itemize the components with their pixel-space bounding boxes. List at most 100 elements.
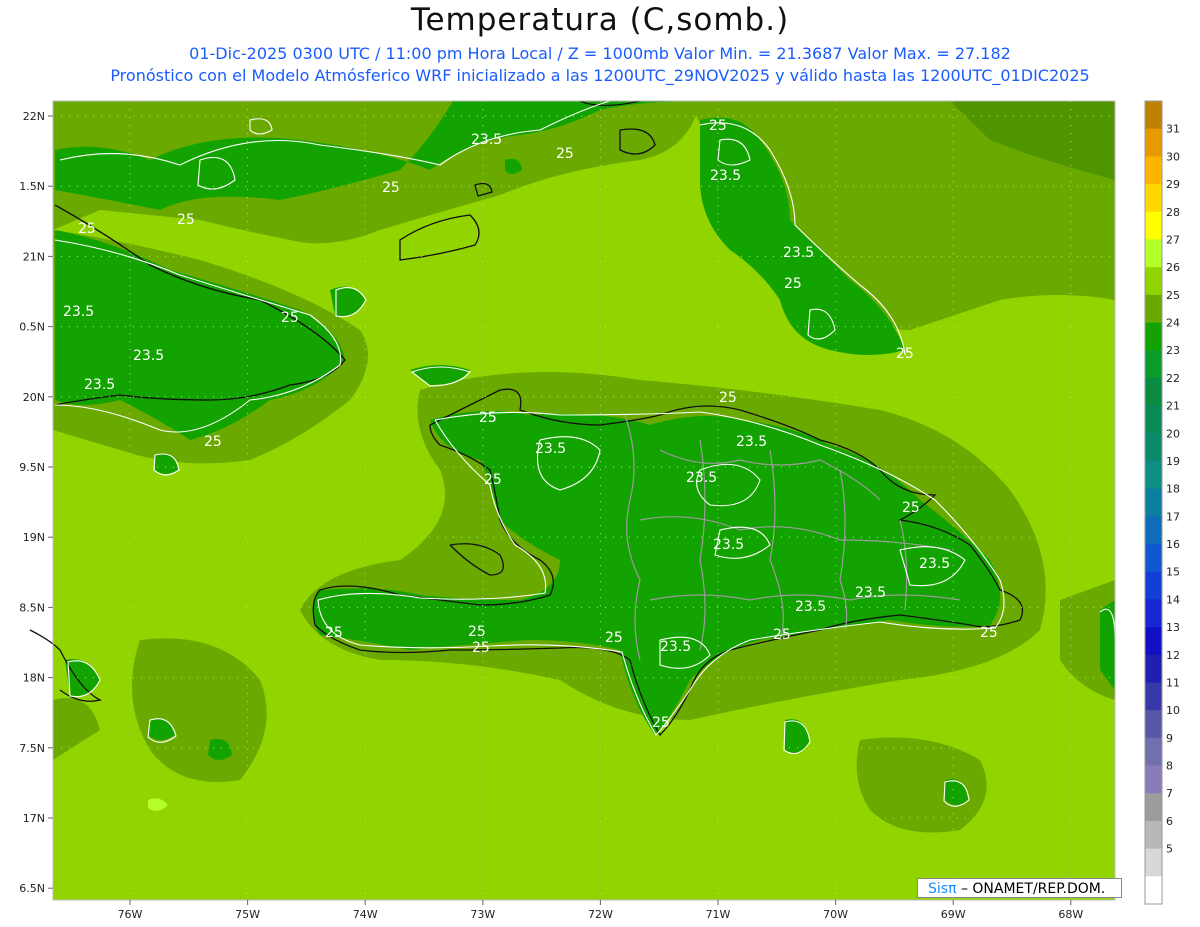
color-scale-swatch [1145,544,1162,573]
contour-label: 25 [382,180,400,196]
lon-tick-label: 72W [588,908,613,921]
color-scale-label: 28 [1166,206,1180,219]
contour-label: 23.5 [133,348,164,364]
color-scale-swatch [1145,433,1162,462]
latitude-axis: 22N 1.5N 21N 0.5N 20N 9.5N 19N 8.5N 18N 7.5N 17N 6.… [19,110,53,895]
color-scale-label: 10 [1166,704,1180,717]
credit-box: Sisπ – ONAMET/REP.DOM. [917,878,1122,898]
color-scale-swatch [1145,294,1162,324]
lat-tick-label: 22N [23,110,45,123]
contour-label: 25 [719,390,737,406]
credit-org: – ONAMET/REP.DOM. [960,881,1106,897]
color-scale-swatch [1145,516,1162,545]
color-scale-label: 18 [1166,483,1180,496]
lat-tick-label: 8.5N [19,601,45,614]
color-scale-swatch [1145,377,1162,407]
contour-label: 25 [784,276,802,292]
contour-label: 25 [605,630,623,646]
color-scale-label: 21 [1166,400,1180,413]
contour-label: 25 [484,472,502,488]
lat-tick-label: 18N [23,672,45,685]
contour-label: 23.5 [710,168,741,184]
color-scale-label: 14 [1166,593,1180,606]
lon-tick-label: 68W [1058,908,1083,921]
color-scale-label: 5 [1166,843,1173,856]
color-scale-swatch [1145,710,1162,739]
contour-label: 25 [652,715,670,731]
contour-label: 25 [281,310,299,326]
contour-label: 25 [78,221,96,237]
lat-tick-label: 21N [23,250,45,263]
contour-label: 25 [773,627,791,643]
color-scale-swatch [1145,876,1162,905]
contour-label: 23.5 [63,304,94,320]
lat-tick-label: 17N [23,812,45,825]
lat-tick-label: 0.5N [19,321,45,334]
color-scale-swatch [1145,599,1162,628]
contour-label: 25 [472,640,490,656]
temperature-map: 23.5 25 25 25 25 25 23.5 23.5 25 23.5 25… [19,100,1180,921]
contour-label: 25 [902,500,920,516]
color-scale-label: 24 [1166,317,1180,330]
lat-tick-label: 19N [23,531,45,544]
color-scale-swatch [1145,571,1162,600]
color-scale-label: 25 [1166,289,1180,302]
contour-label: 25 [896,346,914,362]
lon-tick-label: 76W [118,908,143,921]
color-scale-swatch [1145,682,1162,711]
color-scale-swatch [1145,322,1162,351]
color-scale-label: 31 [1166,123,1180,136]
color-scale-swatch [1145,239,1162,268]
contour-label: 25 [980,625,998,641]
credit-brand: Sisπ [928,881,957,897]
contour-label: 23.5 [783,245,814,261]
color-scale-label: 23 [1166,344,1180,357]
color-scale-label: 7 [1166,787,1173,800]
color-scale-label: 17 [1166,510,1180,523]
contour-label: 23.5 [535,441,566,457]
contour-label: 23.5 [471,132,502,148]
color-scale-swatch [1145,184,1162,213]
lat-tick-label: 7.5N [19,742,45,755]
contour-label: 25 [325,625,343,641]
color-scale-label: 19 [1166,455,1180,468]
contour-label: 25 [556,146,574,162]
lon-tick-label: 71W [706,908,731,921]
contour-label: 23.5 [84,377,115,393]
color-scale-label: 26 [1166,261,1180,274]
color-scale-label: 9 [1166,732,1173,745]
color-scale-label: 6 [1166,815,1173,828]
lon-tick-label: 73W [470,908,495,921]
color-scale-label: 8 [1166,760,1173,773]
contour-label: 23.5 [660,639,691,655]
lat-tick-label: 6.5N [19,882,45,895]
lon-tick-label: 74W [353,908,378,921]
color-scale-swatch [1145,101,1162,130]
color-scale-label: 15 [1166,566,1180,579]
lon-tick-label: 70W [823,908,848,921]
contour-label: 25 [177,212,195,228]
color-scale-swatch [1145,267,1162,296]
lon-tick-label: 75W [235,908,260,921]
color-scale-label: 22 [1166,372,1180,385]
color-scale-label: 16 [1166,538,1180,551]
color-scale-label: 12 [1166,649,1180,662]
color-scale-swatch [1145,488,1162,517]
color-scale-swatch [1145,654,1162,683]
contour-label: 23.5 [686,470,717,486]
color-scale-label: 30 [1166,150,1180,163]
contour-label: 23.5 [855,585,886,601]
contour-label: 25 [204,434,222,450]
lat-tick-label: 1.5N [19,180,45,193]
contour-label: 23.5 [713,537,744,553]
color-scale-swatch [1145,737,1162,767]
color-scale-swatch [1145,211,1162,240]
color-scale-swatch [1145,128,1162,157]
color-scale-swatch [1145,350,1162,379]
color-scale-label: 20 [1166,427,1180,440]
contour-label: 25 [479,410,497,426]
color-scale-bar: 31 30 29 28 27 26 25 24 23 22 21 20 19 18 17 16 15 14 13 12… [1144,100,1180,905]
color-scale-label: 11 [1166,676,1180,689]
lat-tick-label: 20N [23,391,45,404]
contour-label: 23.5 [736,434,767,450]
